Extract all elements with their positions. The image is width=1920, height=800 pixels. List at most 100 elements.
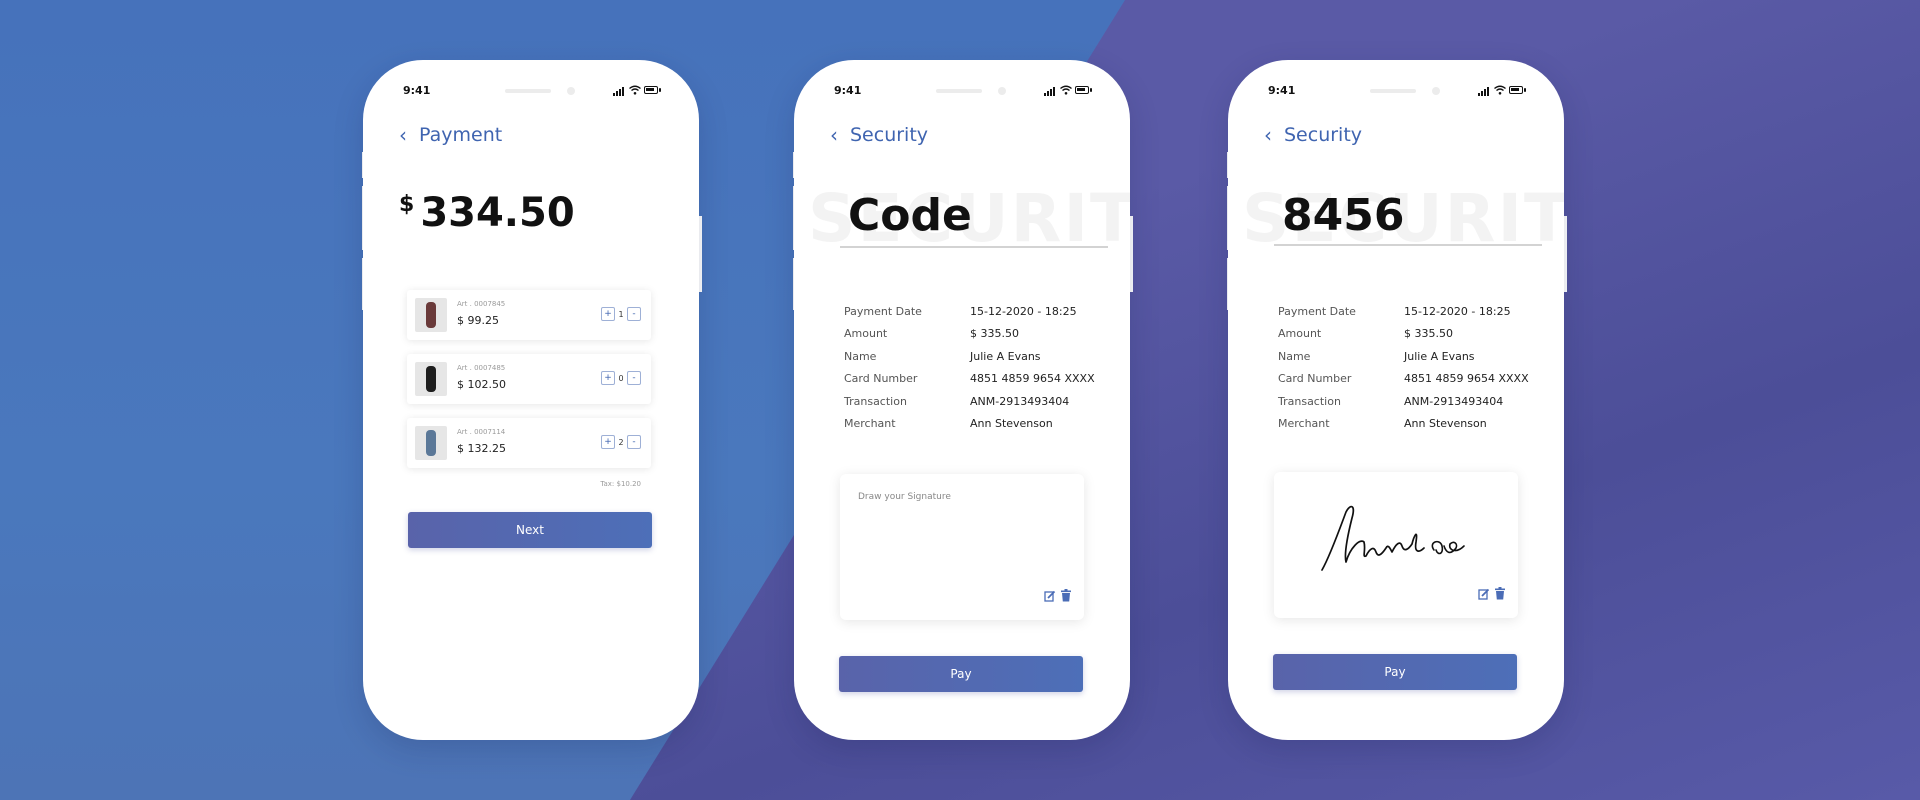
detail-label: Name: [1278, 349, 1311, 363]
pay-button[interactable]: Pay: [1273, 654, 1517, 690]
page-header: ‹ Security: [1264, 122, 1362, 148]
battery-icon: [1075, 86, 1089, 94]
detail-row: Card Number 4851 4859 9654 XXXX: [844, 368, 1114, 391]
camera-dot: [1432, 87, 1440, 95]
wifi-icon: [1060, 85, 1072, 95]
signal-icon: [1478, 86, 1491, 96]
detail-row: Merchant Ann Stevenson: [1278, 413, 1548, 436]
quantity-stepper: + 1 -: [601, 307, 641, 321]
edit-icon[interactable]: [1478, 585, 1490, 604]
decrement-button[interactable]: -: [627, 371, 641, 385]
total-amount: $ 334.50: [399, 190, 575, 240]
signature-pad[interactable]: Draw your Signature: [840, 474, 1084, 620]
security-code-field[interactable]: 8456: [1282, 190, 1404, 241]
phone-security-code: 9:41 ‹ Security SECURITY Code Payment Da…: [794, 60, 1130, 740]
detail-value: ANM-2913493404: [1404, 394, 1504, 408]
pay-button[interactable]: Pay: [839, 656, 1083, 692]
battery-icon: [644, 86, 658, 94]
signature-pad[interactable]: [1274, 472, 1518, 618]
item-price: $ 99.25: [457, 314, 499, 327]
detail-row: Name Julie A Evans: [1278, 345, 1548, 368]
item-article: Art . 0007485: [457, 364, 506, 372]
status-icons: [1478, 85, 1526, 97]
camera-dot: [567, 87, 575, 95]
status-bar: 9:41: [363, 84, 699, 104]
product-thumbnail: [415, 362, 447, 396]
decrement-button[interactable]: -: [627, 307, 641, 321]
detail-value: Ann Stevenson: [1404, 417, 1487, 431]
detail-label: Card Number: [844, 372, 918, 386]
page-title: Security: [850, 124, 929, 146]
item-quantity: 0: [618, 373, 624, 383]
item-article: Art . 0007114: [457, 428, 506, 436]
product-thumbnail: [415, 298, 447, 332]
cart-list: Art . 0007845 $ 99.25 + 1 - Art . 000748…: [407, 290, 651, 482]
chevron-left-icon[interactable]: ‹: [1264, 123, 1272, 147]
quantity-stepper: + 2 -: [601, 435, 641, 449]
cart-item: Art . 0007845 $ 99.25 + 1 -: [407, 290, 651, 340]
detail-value: 15-12-2020 - 18:25: [970, 304, 1077, 318]
signal-icon: [613, 86, 626, 96]
edit-icon[interactable]: [1044, 587, 1056, 606]
payment-details: Payment Date 15-12-2020 - 18:25 Amount $ 3…: [844, 300, 1114, 435]
item-price: $ 102.50: [457, 378, 506, 391]
detail-value: Julie A Evans: [970, 349, 1041, 363]
detail-value: ANM-2913493404: [970, 394, 1070, 408]
battery-icon: [1509, 86, 1523, 94]
trash-icon[interactable]: [1494, 585, 1506, 604]
status-bar: 9:41: [1228, 84, 1564, 104]
item-quantity: 1: [618, 309, 624, 319]
detail-row: Amount $ 335.50: [844, 323, 1114, 346]
detail-row: Merchant Ann Stevenson: [844, 413, 1114, 436]
decrement-button[interactable]: -: [627, 435, 641, 449]
increment-button[interactable]: +: [601, 371, 615, 385]
detail-row: Name Julie A Evans: [844, 345, 1114, 368]
increment-button[interactable]: +: [601, 435, 615, 449]
status-icons: [613, 85, 661, 97]
detail-value: $ 335.50: [970, 327, 1019, 341]
currency-symbol: $: [399, 192, 415, 217]
detail-label: Card Number: [1278, 372, 1352, 386]
increment-button[interactable]: +: [601, 307, 615, 321]
signature-drawing: [1321, 505, 1465, 571]
detail-value: 15-12-2020 - 18:25: [1404, 304, 1511, 318]
status-time: 9:41: [403, 84, 431, 97]
detail-row: Payment Date 15-12-2020 - 18:25: [844, 300, 1114, 323]
code-underline: [1274, 244, 1542, 246]
quantity-stepper: + 0 -: [601, 371, 641, 385]
speaker: [1370, 89, 1416, 93]
detail-value: Ann Stevenson: [970, 417, 1053, 431]
detail-value: 4851 4859 9654 XXXX: [1404, 372, 1529, 386]
detail-label: Amount: [1278, 327, 1322, 341]
wifi-icon: [1494, 85, 1506, 95]
trash-icon[interactable]: [1060, 587, 1072, 606]
detail-label: Payment Date: [1278, 304, 1356, 318]
cart-item: Art . 0007485 $ 102.50 + 0 -: [407, 354, 651, 404]
cart-item: Art . 0007114 $ 132.25 + 2 -: [407, 418, 651, 468]
next-button[interactable]: Next: [408, 512, 652, 548]
detail-row: Card Number 4851 4859 9654 XXXX: [1278, 368, 1548, 391]
wifi-icon: [629, 85, 641, 95]
product-thumbnail: [415, 426, 447, 460]
page-header: ‹ Security: [830, 122, 928, 148]
signature-tools: [1474, 585, 1506, 604]
security-code-field[interactable]: Code: [848, 190, 972, 241]
detail-label: Transaction: [1278, 394, 1341, 408]
chevron-left-icon[interactable]: ‹: [399, 123, 407, 147]
code-underline: [840, 246, 1108, 248]
camera-dot: [998, 87, 1006, 95]
status-icons: [1044, 85, 1092, 97]
phone-security-signed: 9:41 ‹ Security SECURITY 8456 Payment Da…: [1228, 60, 1564, 740]
detail-label: Transaction: [844, 394, 907, 408]
page-title: Payment: [419, 124, 503, 146]
item-price: $ 132.25: [457, 442, 506, 455]
chevron-left-icon[interactable]: ‹: [830, 123, 838, 147]
status-bar: 9:41: [794, 84, 1130, 104]
detail-label: Name: [844, 349, 877, 363]
detail-row: Amount $ 335.50: [1278, 323, 1548, 346]
payment-details: Payment Date 15-12-2020 - 18:25 Amount $ 3…: [1278, 300, 1548, 435]
detail-value: Julie A Evans: [1404, 349, 1475, 363]
detail-row: Transaction ANM-2913493404: [844, 390, 1114, 413]
detail-label: Amount: [844, 327, 888, 341]
speaker: [505, 89, 551, 93]
